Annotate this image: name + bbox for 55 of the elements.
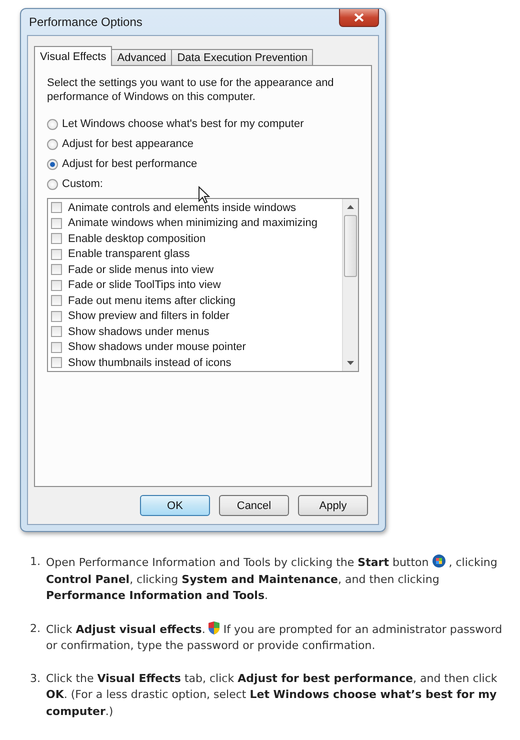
radio-button[interactable] <box>47 158 58 170</box>
step-number: 1. <box>30 554 42 570</box>
step-text: Control Panel, clicking System and Maintenance, and then clicking Performance Information and Tools. <box>46 572 440 604</box>
radio-label: Adjust for best appearance <box>62 138 194 150</box>
step-text: or confirmation, type the password or provide confirmation. <box>46 638 376 654</box>
checkbox-label: Animate controls and elements inside windows <box>68 202 296 214</box>
step-text: , clicking <box>448 556 498 569</box>
close-button[interactable] <box>339 9 379 27</box>
checkbox[interactable] <box>51 202 62 214</box>
checkbox-label: Fade or slide menus into view <box>68 264 214 276</box>
radio-label: Let Windows choose what's best for my computer <box>62 118 304 130</box>
orb-icon <box>432 554 446 568</box>
radio-label: Adjust for best performance <box>62 158 198 170</box>
checkbox-label: Animate windows when minimizing and maximizing <box>68 217 318 230</box>
step-text: If you are prompted for an administrator password <box>223 622 502 636</box>
checkbox[interactable] <box>51 310 62 322</box>
step-number: 2. <box>30 620 42 636</box>
checkbox[interactable] <box>51 218 62 229</box>
dialog-button[interactable]: Cancel <box>219 495 289 516</box>
checkbox[interactable] <box>51 248 62 260</box>
radio-label: Custom: <box>62 178 103 190</box>
tab[interactable]: Visual Effects <box>34 46 112 66</box>
checkbox[interactable] <box>51 280 62 291</box>
checkbox[interactable] <box>51 233 62 244</box>
checkbox[interactable] <box>51 264 62 276</box>
shield-icon <box>208 620 220 634</box>
radio-button[interactable] <box>47 178 58 190</box>
scroll-up-icon[interactable] <box>347 205 354 209</box>
tab[interactable]: Advanced <box>111 49 172 65</box>
step-text: Click Adjust visual effects. <box>46 622 206 636</box>
checkbox[interactable] <box>51 326 62 338</box>
scrollbar[interactable] <box>342 199 358 371</box>
dialog-button[interactable]: Apply <box>298 495 368 516</box>
radio-button[interactable] <box>47 118 58 130</box>
checkbox-label: Show thumbnails instead of icons <box>68 356 232 369</box>
checkbox-label: Fade out menu items after clicking <box>68 294 236 307</box>
step-text: Open Performance Information and Tools by clicking the Start button <box>46 556 429 569</box>
checkbox[interactable] <box>51 357 62 368</box>
close-icon <box>354 13 364 22</box>
window-title: Performance Options <box>28 15 142 29</box>
step-text: Click the Visual Effects tab, click Adjust for best performance, and then click OK. (For a less drastic option, select Let Windows choose what’s best for my computer.) <box>46 670 498 720</box>
checkbox[interactable] <box>51 342 62 353</box>
checkbox-label: Show shadows under menus <box>68 326 210 338</box>
dialog-button[interactable]: OK <box>140 495 210 516</box>
radio-button[interactable] <box>47 138 58 150</box>
checkbox-label: Enable transparent glass <box>68 248 190 260</box>
checkbox-label: Show preview and filters in folder <box>68 310 230 322</box>
checkbox-label: Show shadows under mouse pointer <box>68 341 246 354</box>
description-text: Select the settings you want to use for the appearance and performance of Windows on this computer. <box>47 76 335 104</box>
checkbox-label: Fade or slide ToolTips into view <box>68 279 221 292</box>
step-number: 3. <box>30 670 42 686</box>
checkbox-label: Enable desktop composition <box>68 232 206 245</box>
tab[interactable]: Data Execution Prevention <box>171 49 314 65</box>
scroll-down-icon[interactable] <box>347 361 354 365</box>
checkbox[interactable] <box>51 295 62 306</box>
